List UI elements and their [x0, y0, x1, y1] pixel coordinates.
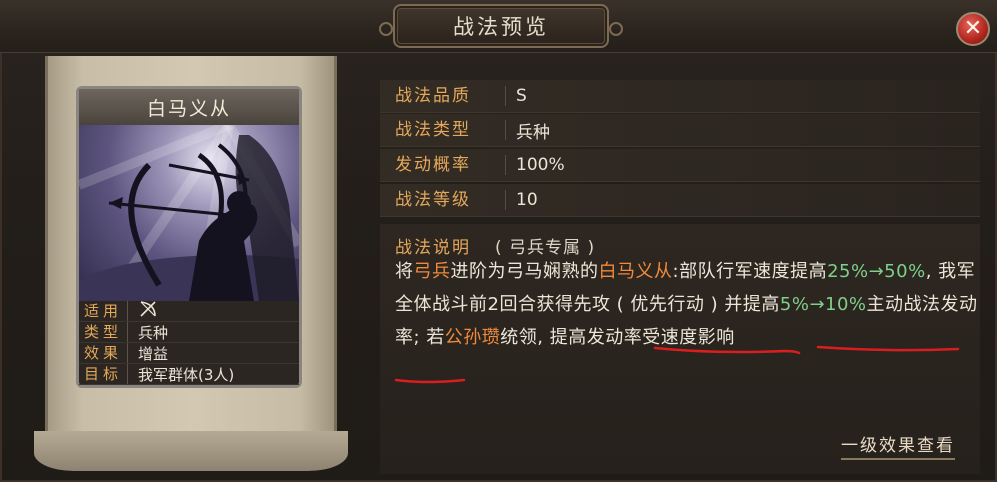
- level-one-effect-link[interactable]: 一级效果查看: [841, 431, 955, 460]
- tactic-stats: 适用 类型 兵种 效果 增益 目标 我军群体(3人): [79, 301, 299, 385]
- info-value: 兵种: [516, 122, 550, 143]
- desc-segment: 25%→50%: [827, 261, 926, 282]
- dialog-title: 战法预览: [379, 4, 623, 48]
- info-label: 战法等级: [380, 190, 506, 210]
- stat-value: 兵种: [138, 323, 169, 342]
- close-icon[interactable]: ✕: [956, 12, 990, 46]
- info-value: 10: [516, 190, 538, 210]
- stat-value: 我军群体(3人): [138, 365, 235, 384]
- stat-label: 类型: [79, 322, 128, 342]
- stat-label: 目标: [79, 364, 128, 384]
- stat-row-type: 类型 兵种: [79, 322, 299, 343]
- desc-segment: 公孙瓒: [444, 327, 501, 348]
- desc-segment: 5%→10%: [779, 294, 867, 315]
- info-label: 发动概率: [380, 155, 506, 175]
- desc-segment: 统领, 提高发动率受速度影响: [500, 327, 735, 348]
- stat-label: 效果: [79, 343, 128, 363]
- info-label: 战法品质: [380, 86, 506, 106]
- info-row-type: 战法类型 兵种: [380, 114, 980, 147]
- desc-segment: 白马义从: [598, 261, 673, 282]
- desc-segment: 进阶为弓马娴熟的: [450, 261, 599, 282]
- desc-segment: :部队行军速度提高: [672, 261, 828, 282]
- info-row-quality: 战法品质 S: [380, 80, 980, 113]
- info-row-level: 战法等级 10: [380, 184, 980, 217]
- info-value: 100%: [516, 155, 565, 175]
- info-row-probability: 发动概率 100%: [380, 149, 980, 182]
- info-value: S: [516, 86, 527, 106]
- stat-label: 适用: [79, 301, 128, 321]
- info-label: 战法类型: [380, 120, 506, 140]
- stat-row-effect: 效果 增益: [79, 343, 299, 364]
- archer-silhouette-icon: [79, 125, 299, 301]
- desc-segment: 弓兵: [413, 261, 451, 282]
- tactic-artwork: [79, 125, 299, 301]
- description-text: 将弓兵进阶为弓马娴熟的白马义从:部队行军速度提高25%→50%, 我军全体战斗前…: [395, 255, 980, 354]
- tactic-name: 白马义从: [79, 89, 299, 127]
- tactic-card: 白马义从 适用 类型 兵种 效果 增益 目标 我军群体(3人): [76, 86, 302, 388]
- desc-segment: 将: [395, 261, 414, 282]
- stat-value: 增益: [138, 344, 169, 363]
- stat-row-applies: 适用: [79, 301, 299, 322]
- bow-crossed-icon: [128, 300, 158, 322]
- stat-row-target: 目标 我军群体(3人): [79, 364, 299, 385]
